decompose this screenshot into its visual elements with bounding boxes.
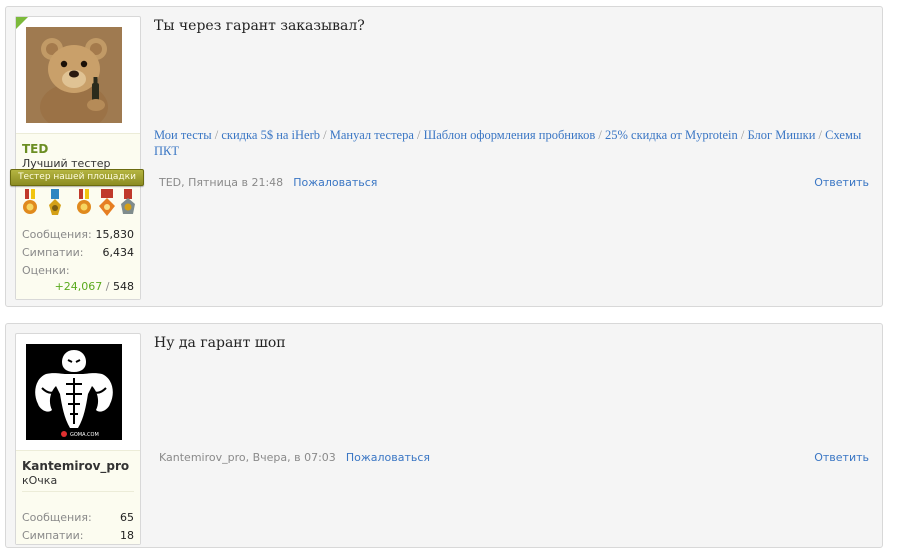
username[interactable]: TED (22, 142, 48, 156)
user-banner: Тестер нашей площадки (10, 169, 144, 186)
username[interactable]: Kantemirov_pro (22, 459, 129, 473)
ratings-total: 548 (113, 280, 134, 293)
messages-label: Сообщения: (22, 228, 92, 241)
likes-count: 6,434 (102, 246, 135, 259)
ratings-values: +24,067 / 548 (22, 280, 134, 293)
messages-count[interactable]: 15,830 (96, 228, 135, 241)
user-info: Kantemirov_pro кОчка Сообщения: 65 Симпа… (16, 450, 140, 544)
post-author-date[interactable]: Kantemirov_pro, Вчера, в 07:03 (159, 451, 336, 464)
messages-count[interactable]: 65 (120, 511, 134, 524)
post-1: TED Лучший тестер Тестер нашей площадки (5, 6, 883, 307)
reply-link[interactable]: Ответить (814, 176, 869, 189)
sig-separator: / (211, 128, 222, 142)
sig-link-iherb[interactable]: скидка 5$ на iHerb (221, 128, 320, 142)
sig-separator: / (815, 128, 826, 142)
likes-stat: Симпатии: 6,434 (22, 246, 134, 259)
avatar-caption: GOMA.COM (70, 432, 99, 438)
sig-separator: / (595, 128, 606, 142)
reply-link[interactable]: Ответить (814, 451, 869, 464)
post-meta: TED, Пятница в 21:48 Пожаловаться (159, 176, 377, 189)
likes-stat: Симпатии: 18 (22, 529, 134, 542)
likes-label: Симпатии: (22, 246, 84, 259)
medal-icon[interactable] (97, 189, 117, 219)
messages-stat: Сообщения: 65 (22, 511, 134, 524)
avatar[interactable]: GOMA.COM (26, 344, 122, 440)
user-info: TED Лучший тестер Тестер нашей площадки (10, 133, 144, 299)
messages-stat: Сообщения: 15,830 (22, 228, 134, 241)
report-link[interactable]: Пожаловаться (346, 451, 430, 464)
likes-count: 18 (120, 529, 134, 542)
sig-link-template[interactable]: Шаблон оформления пробников (424, 128, 596, 142)
avatar[interactable] (26, 27, 122, 123)
sig-link-manual[interactable]: Мануал тестера (330, 128, 414, 142)
online-indicator (16, 17, 28, 29)
medal-icon[interactable] (118, 189, 138, 219)
medal-icon[interactable] (45, 189, 65, 219)
trophies (18, 189, 140, 219)
divider (22, 491, 134, 492)
sig-link-myprotein[interactable]: 25% скидка от Myprotein (605, 128, 738, 142)
post-2: GOMA.COM Kantemirov_pro кОчка Сообщения:… (5, 323, 883, 548)
messages-label: Сообщения: (22, 511, 92, 524)
post-meta: Kantemirov_pro, Вчера, в 07:03 Пожаловать… (159, 451, 430, 464)
user-title: кОчка (22, 474, 58, 487)
sig-separator: / (413, 128, 424, 142)
signature: Мои тесты / скидка 5$ на iHerb / Мануал … (154, 127, 874, 159)
ratings-stat: Оценки: (22, 264, 134, 277)
report-link[interactable]: Пожаловаться (293, 176, 377, 189)
sig-link-my-tests[interactable]: Мои тесты (154, 128, 212, 142)
user-card: GOMA.COM Kantemirov_pro кОчка Сообщения:… (15, 333, 141, 545)
ratings-separator: / (102, 280, 113, 293)
bodybuilder-avatar: GOMA.COM (26, 344, 122, 440)
ratings-positive: +24,067 (54, 280, 103, 293)
ratings-label: Оценки: (22, 264, 70, 277)
user-card: TED Лучший тестер Тестер нашей площадки (10, 16, 144, 300)
message-text: Ты через гарант заказывал? (154, 18, 365, 34)
sig-link-blog[interactable]: Блог Мишки (747, 128, 815, 142)
teddy-bear-avatar (26, 27, 122, 123)
medal-icon[interactable] (20, 189, 40, 219)
post-author-date[interactable]: TED, Пятница в 21:48 (159, 176, 283, 189)
sig-separator: / (320, 128, 330, 142)
likes-label: Симпатии: (22, 529, 84, 542)
message-text: Ну да гарант шоп (154, 335, 286, 351)
sig-separator: / (737, 128, 748, 142)
medal-icon[interactable] (74, 189, 94, 219)
